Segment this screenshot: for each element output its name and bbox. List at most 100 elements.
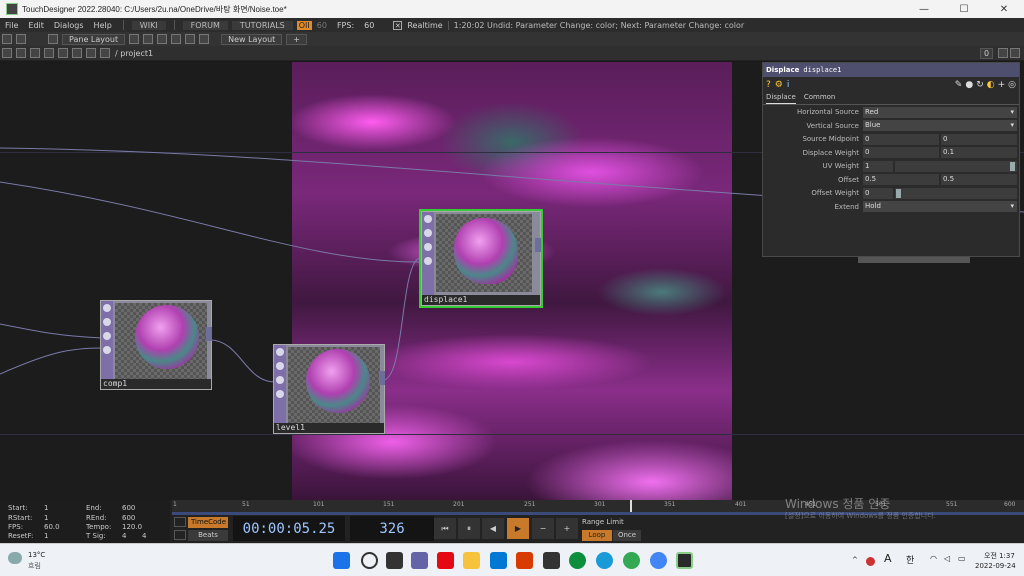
clock-date[interactable]: 2022-09-24 (975, 562, 1016, 570)
chrome-profile-icon[interactable] (650, 552, 667, 569)
tsig-denominator[interactable]: 4 (142, 532, 146, 540)
bypass-flag-icon[interactable] (276, 362, 284, 370)
output-connector[interactable] (535, 238, 541, 252)
viewer-flag-icon[interactable] (424, 215, 432, 223)
minimize-button[interactable]: — (904, 0, 944, 18)
menu-edit[interactable]: Edit (23, 21, 49, 30)
office-icon[interactable] (516, 552, 533, 569)
bookmark-icon[interactable] (86, 48, 96, 58)
pane-type-icon[interactable] (16, 48, 26, 58)
displace-weight-x-field[interactable]: 0 (863, 147, 939, 158)
source-midpoint-y-field[interactable]: 0 (941, 133, 1017, 145)
touchdesigner-taskbar-icon[interactable] (676, 552, 693, 569)
viewer-flag-icon[interactable] (103, 304, 111, 312)
home-icon[interactable] (58, 48, 68, 58)
horizontal-source-dropdown[interactable]: Red (863, 106, 1017, 118)
source-midpoint-x-field[interactable]: 0 (863, 133, 939, 145)
tab-displace[interactable]: Displace (766, 93, 796, 104)
timecode-toggle[interactable]: TimeCode (188, 517, 228, 528)
offset-weight-slider[interactable] (895, 187, 1017, 199)
reverse-play-button[interactable]: ◀ (482, 518, 504, 539)
end-value[interactable]: 600 (122, 504, 135, 512)
layout-1-icon[interactable] (129, 34, 140, 44)
viewer-flag-icon[interactable] (276, 348, 284, 356)
pane-anchor-icon[interactable] (16, 34, 26, 44)
rend-value[interactable]: 600 (122, 514, 135, 522)
notification-icon[interactable] (866, 557, 875, 566)
layout-5-icon[interactable] (185, 34, 196, 44)
tempo-value[interactable]: 120.0 (122, 523, 142, 531)
node-comp1[interactable]: comp1 (100, 300, 212, 390)
volume-icon[interactable]: ◁ (944, 554, 950, 563)
slider-handle[interactable] (896, 188, 901, 198)
offset-weight-field[interactable]: 0 (863, 187, 893, 199)
network-path[interactable]: / project1 (115, 49, 153, 58)
op-name[interactable]: displace1 (803, 66, 841, 74)
chat-icon[interactable] (411, 552, 428, 569)
pane-close-icon[interactable] (1010, 48, 1020, 58)
uv-weight-field[interactable]: 1 (863, 160, 893, 172)
start-icon[interactable] (333, 552, 350, 569)
edge-icon[interactable] (596, 552, 613, 569)
node-hidden-label[interactable] (858, 257, 970, 263)
chrome-icon[interactable] (623, 552, 640, 569)
weather-temp[interactable]: 13°C (28, 551, 45, 559)
layout-3-icon[interactable] (157, 34, 168, 44)
layout-4-icon[interactable] (171, 34, 182, 44)
back-icon[interactable] (30, 48, 40, 58)
playhead[interactable] (630, 500, 632, 512)
bypass-flag-icon[interactable] (103, 318, 111, 326)
step-forward-button[interactable]: + (556, 518, 578, 539)
bypass-flag-icon[interactable] (424, 229, 432, 237)
resetf-value[interactable]: 1 (44, 532, 48, 540)
layout-6-icon[interactable] (199, 34, 210, 44)
wiki-button[interactable]: WIKI (131, 20, 166, 30)
forward-icon[interactable] (44, 48, 54, 58)
once-toggle[interactable]: Once (613, 530, 641, 541)
display-flag-icon[interactable] (424, 257, 432, 265)
offset-y-field[interactable]: 0.5 (941, 174, 1017, 185)
refresh-icon[interactable]: ↻ (976, 80, 984, 90)
python-help-icon[interactable]: ⚙ (775, 80, 783, 90)
extend-dropdown[interactable]: Hold (863, 201, 1017, 212)
info-icon[interactable]: i (787, 80, 790, 90)
pause-button[interactable]: ⏸ (458, 518, 480, 539)
node-label[interactable]: level1 (274, 423, 384, 433)
notion-icon[interactable] (543, 552, 560, 569)
forum-button[interactable]: FORUM (182, 20, 228, 30)
mail-icon[interactable] (490, 552, 507, 569)
node-level1[interactable]: level1 (273, 344, 385, 434)
pane-menu-icon[interactable] (2, 48, 12, 58)
node-label[interactable]: displace1 (422, 295, 540, 305)
output-connector[interactable] (379, 371, 385, 385)
start-value[interactable]: 1 (44, 504, 48, 512)
ime-mode-han[interactable]: 한 (906, 553, 914, 566)
add-icon[interactable] (72, 48, 82, 58)
new-layout-button[interactable]: New Layout (221, 33, 283, 45)
close-button[interactable]: ✕ (984, 0, 1024, 18)
up-icon[interactable] (100, 48, 110, 58)
tutorials-button[interactable]: TUTORIALS (231, 20, 293, 30)
add-param-icon[interactable]: + (998, 80, 1006, 90)
lock-flag-icon[interactable] (424, 243, 432, 251)
timeline-info-icon[interactable] (174, 530, 186, 540)
displace-weight-y-field[interactable]: 0.1 (941, 147, 1017, 158)
node-displace1[interactable]: displace1 (419, 209, 543, 308)
slider-handle[interactable] (1010, 161, 1015, 171)
layout-2-icon[interactable] (143, 34, 154, 44)
language-icon[interactable]: ◐ (987, 80, 995, 90)
comment-icon[interactable]: ● (965, 80, 973, 90)
node-label[interactable]: comp1 (101, 379, 211, 389)
pane-layout-icon[interactable] (48, 34, 58, 44)
vertical-source-dropdown[interactable]: Blue (863, 120, 1017, 131)
help-icon[interactable]: ? (766, 80, 771, 90)
xbox-icon[interactable] (569, 552, 586, 569)
tsig-numerator[interactable]: 4 (122, 532, 126, 540)
uv-weight-slider[interactable] (895, 160, 1017, 172)
beats-toggle[interactable]: Beats (188, 530, 228, 541)
pane-layout-button[interactable]: Pane Layout (62, 33, 126, 45)
rstart-value[interactable]: 1 (44, 514, 48, 522)
lock-flag-icon[interactable] (103, 332, 111, 340)
oii-indicator[interactable]: OII (296, 20, 312, 30)
pane-maximize-icon[interactable] (998, 48, 1008, 58)
